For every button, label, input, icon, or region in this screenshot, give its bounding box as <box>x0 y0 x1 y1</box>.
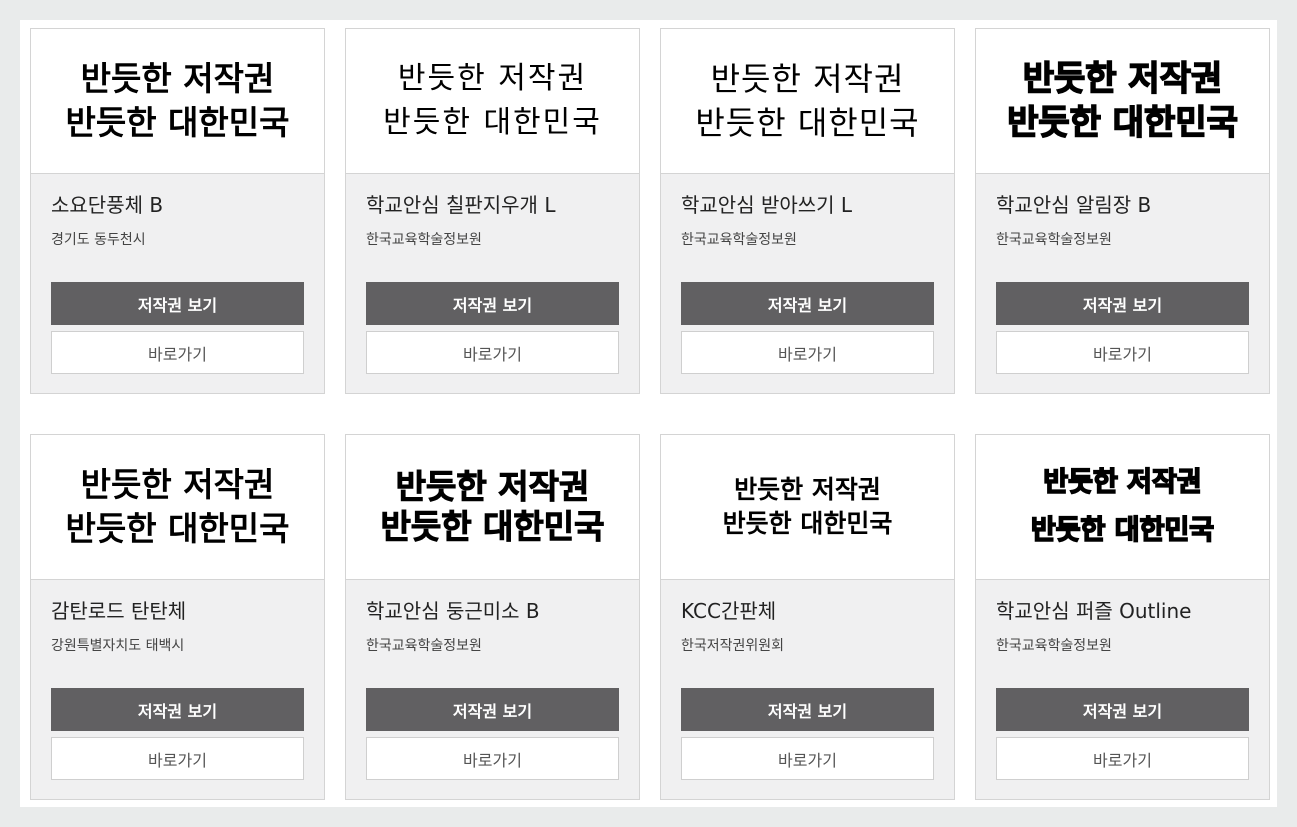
font-card: 반듯한 저작권 반듯한 대한민국 학교안심 둥근미소 B 한국교육학술정보원 저… <box>345 434 640 800</box>
preview-line-1: 반듯한 저작권 <box>80 465 275 504</box>
preview-line-1: 반듯한 저작권 <box>710 60 905 98</box>
view-license-button[interactable]: 저작권 보기 <box>51 688 304 731</box>
preview-line-2: 반듯한 대한민국 <box>380 507 605 547</box>
font-name: 학교안심 받아쓰기 L <box>681 193 853 217</box>
preview-line-2: 반듯한 대한민국 <box>722 509 893 538</box>
font-preview: 반듯한 저작권 반듯한 대한민국 <box>31 29 324 174</box>
font-name: 학교안심 퍼즐 Outline <box>996 599 1192 623</box>
go-to-button[interactable]: 바로가기 <box>366 737 619 780</box>
font-publisher: 한국교육학술정보원 <box>996 232 1112 248</box>
font-name: 학교안심 칠판지우개 L <box>366 193 556 217</box>
font-card: 반듯한 저작권 반듯한 대한민국 학교안심 알림장 B 한국교육학술정보원 저작… <box>975 28 1270 394</box>
preview-line-1: 반듯한 저작권 <box>1042 466 1202 499</box>
go-to-button[interactable]: 바로가기 <box>681 737 934 780</box>
font-card: 반듯한 저작권 반듯한 대한민국 학교안심 퍼즐 Outline 한국교육학술정… <box>975 434 1270 800</box>
font-preview: 반듯한 저작권 반듯한 대한민국 <box>661 435 954 580</box>
preview-line-1: 반듯한 저작권 <box>395 467 590 507</box>
preview-line-2: 반듯한 대한민국 <box>695 104 920 142</box>
preview-line-1: 반듯한 저작권 <box>80 59 275 98</box>
preview-line-2: 반듯한 대한민국 <box>65 509 290 548</box>
view-license-button[interactable]: 저작권 보기 <box>366 282 619 325</box>
view-license-button[interactable]: 저작권 보기 <box>366 688 619 731</box>
font-name: 감탄로드 탄탄체 <box>51 599 187 623</box>
font-preview: 반듯한 저작권 반듯한 대한민국 <box>976 29 1269 174</box>
go-to-button[interactable]: 바로가기 <box>366 331 619 374</box>
font-card: 반듯한 저작권 반듯한 대한민국 학교안심 받아쓰기 L 한국교육학술정보원 저… <box>660 28 955 394</box>
go-to-button[interactable]: 바로가기 <box>51 331 304 374</box>
font-name: KCC간판체 <box>681 599 777 623</box>
font-name: 학교안심 알림장 B <box>996 193 1152 217</box>
font-card: 반듯한 저작권 반듯한 대한민국 학교안심 칠판지우개 L 한국교육학술정보원 … <box>345 28 640 394</box>
font-list-panel: 반듯한 저작권 반듯한 대한민국 소요단풍체 B 경기도 동두천시 저작권 보기… <box>20 20 1277 807</box>
font-card: 반듯한 저작권 반듯한 대한민국 KCC간판체 한국저작권위원회 저작권 보기 … <box>660 434 955 800</box>
preview-line-1: 반듯한 저작권 <box>734 475 881 504</box>
font-preview: 반듯한 저작권 반듯한 대한민국 <box>976 435 1269 580</box>
view-license-button[interactable]: 저작권 보기 <box>681 282 934 325</box>
font-card: 반듯한 저작권 반듯한 대한민국 소요단풍체 B 경기도 동두천시 저작권 보기… <box>30 28 325 394</box>
view-license-button[interactable]: 저작권 보기 <box>996 688 1249 731</box>
preview-line-1: 반듯한 저작권 <box>397 61 588 96</box>
font-name: 학교안심 둥근미소 B <box>366 599 540 623</box>
font-publisher: 한국교육학술정보원 <box>366 638 482 654</box>
font-publisher: 경기도 동두천시 <box>51 232 146 248</box>
font-publisher: 한국교육학술정보원 <box>681 232 797 248</box>
view-license-button[interactable]: 저작권 보기 <box>681 688 934 731</box>
font-card: 반듯한 저작권 반듯한 대한민국 감탄로드 탄탄체 강원특별자치도 태백시 저작… <box>30 434 325 800</box>
preview-line-2: 반듯한 대한민국 <box>65 103 290 142</box>
preview-line-2: 반듯한 대한민국 <box>383 105 602 140</box>
preview-line-2: 반듯한 대한민국 <box>1030 514 1215 547</box>
view-license-button[interactable]: 저작권 보기 <box>51 282 304 325</box>
font-publisher: 한국교육학술정보원 <box>996 638 1112 654</box>
font-preview: 반듯한 저작권 반듯한 대한민국 <box>661 29 954 174</box>
font-publisher: 한국교육학술정보원 <box>366 232 482 248</box>
font-name: 소요단풍체 B <box>51 193 164 217</box>
preview-line-2: 반듯한 대한민국 <box>1006 102 1238 144</box>
go-to-button[interactable]: 바로가기 <box>51 737 304 780</box>
go-to-button[interactable]: 바로가기 <box>681 331 934 374</box>
font-preview: 반듯한 저작권 반듯한 대한민국 <box>346 435 639 580</box>
font-preview: 반듯한 저작권 반듯한 대한민국 <box>346 29 639 174</box>
font-preview: 반듯한 저작권 반듯한 대한민국 <box>31 435 324 580</box>
go-to-button[interactable]: 바로가기 <box>996 331 1249 374</box>
preview-line-1: 반듯한 저작권 <box>1022 58 1223 100</box>
font-publisher: 한국저작권위원회 <box>681 638 785 654</box>
go-to-button[interactable]: 바로가기 <box>996 737 1249 780</box>
view-license-button[interactable]: 저작권 보기 <box>996 282 1249 325</box>
font-publisher: 강원특별자치도 태백시 <box>51 638 185 654</box>
